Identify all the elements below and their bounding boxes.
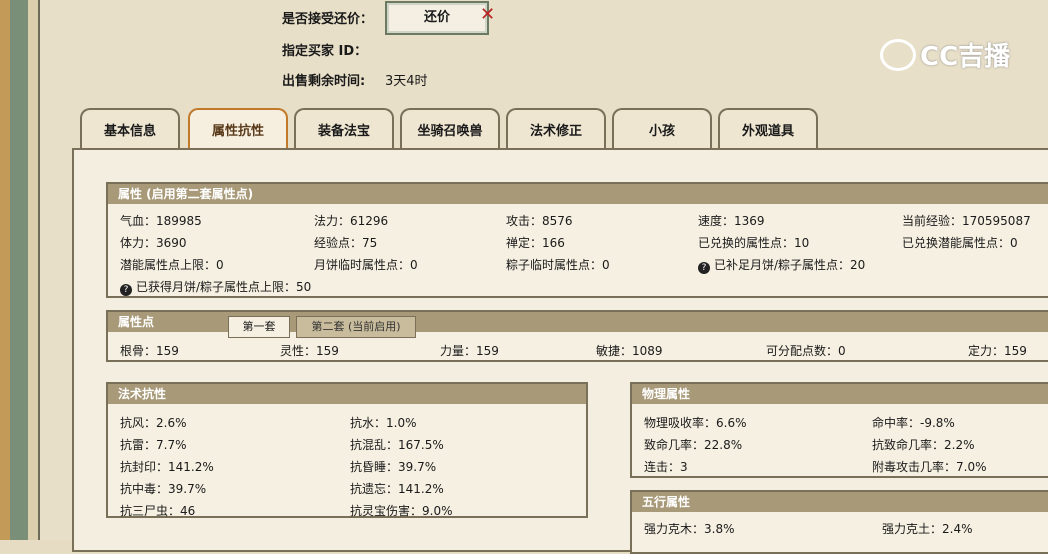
attr-mooncake-temp: 月饼临时属性点：0 bbox=[314, 258, 418, 272]
element-wood: 强力克木：3.8% bbox=[644, 522, 735, 536]
tab-attributes-resistance[interactable]: 属性抗性 bbox=[188, 108, 288, 150]
tab-appearance[interactable]: 外观道具 bbox=[718, 108, 818, 150]
points-agility: 敏捷：1089 bbox=[596, 344, 663, 358]
phys-absorb: 物理吸收率：6.6% bbox=[644, 416, 747, 430]
remaining-time-label: 出售剩余时间: bbox=[282, 74, 366, 89]
attributes-title: 属性 (启用第二套属性点) bbox=[108, 184, 1048, 204]
attr-attack: 攻击：8576 bbox=[506, 214, 573, 228]
attr-refilled-points: ? 已补足月饼/粽子属性点：20 bbox=[698, 256, 865, 274]
subtab-second-set[interactable]: 第二套 (当前启用) bbox=[296, 316, 416, 338]
phys-crit: 致命几率：22.8% bbox=[644, 438, 743, 452]
phys-poison-chance: 附毒攻击几率：7.0% bbox=[872, 460, 987, 474]
resist-forget: 抗遗忘：141.2% bbox=[350, 482, 444, 496]
attr-exp-points: 经验点：75 bbox=[314, 236, 378, 250]
attributes-section: 属性 (启用第二套属性点) 气血：189985 法力：61296 攻击：8576… bbox=[106, 182, 1048, 298]
attr-hp: 气血：189985 bbox=[120, 214, 202, 228]
subtab-first-set[interactable]: 第一套 bbox=[228, 316, 290, 338]
attr-zongzi-temp: 粽子临时属性点：0 bbox=[506, 258, 610, 272]
cc-logo: CC吉播 bbox=[880, 36, 1010, 73]
attr-obtained-text: 已获得月饼/粽子属性点上限：50 bbox=[136, 280, 312, 294]
physical-title: 物理属性 bbox=[632, 384, 1048, 404]
attr-potential-limit: 潜能属性点上限：0 bbox=[120, 258, 224, 272]
resist-confusion: 抗混乱：167.5% bbox=[350, 438, 444, 452]
attr-points-section: 属性点 第一套 第二套 (当前启用) 根骨：159 灵性：159 力量：159 … bbox=[106, 310, 1048, 362]
phys-anti-crit: 抗致命几率：2.2% bbox=[872, 438, 975, 452]
tab-spell-modify[interactable]: 法术修正 bbox=[506, 108, 606, 150]
attr-mp: 法力：61296 bbox=[314, 214, 389, 228]
remaining-time-value: 3天4时 bbox=[385, 74, 428, 89]
points-allocatable: 可分配点数：0 bbox=[766, 344, 846, 358]
spell-resist-section: 法术抗性 抗风：2.6% 抗雷：7.7% 抗封印：141.2% 抗中毒：39.7… bbox=[106, 382, 588, 518]
spell-resist-title: 法术抗性 bbox=[108, 384, 586, 404]
five-elements-section: 五行属性 强力克木：3.8% 强力克土：2.4% bbox=[630, 490, 1048, 554]
phys-combo: 连击：3 bbox=[644, 460, 688, 474]
attr-stamina: 体力：3690 bbox=[120, 236, 187, 250]
points-willpower: 定力：159 bbox=[968, 344, 1027, 358]
tab-mount-summon[interactable]: 坐骑召唤兽 bbox=[400, 108, 500, 150]
attr-refilled-text: 已补足月饼/粽子属性点：20 bbox=[714, 258, 866, 272]
phys-hit: 命中率：-9.8% bbox=[872, 416, 955, 430]
resist-thunder: 抗雷：7.7% bbox=[120, 438, 187, 452]
close-icon[interactable]: ✕ bbox=[480, 4, 495, 25]
five-elements-title: 五行属性 bbox=[632, 492, 1048, 512]
resist-poison: 抗中毒：39.7% bbox=[120, 482, 207, 496]
accept-counter-label: 是否接受还价： bbox=[282, 12, 374, 27]
resist-wind: 抗风：2.6% bbox=[120, 416, 187, 430]
element-earth: 强力克土：2.4% bbox=[882, 522, 973, 536]
frame-left-inner bbox=[28, 0, 40, 540]
tab-child[interactable]: 小孩 bbox=[612, 108, 712, 150]
resist-sanshi: 抗三尸虫：46 bbox=[120, 504, 196, 518]
attr-exp: 当前经验：170595087 bbox=[902, 214, 1031, 228]
logo-text: CC吉播 bbox=[920, 42, 1011, 72]
tab-basic-info[interactable]: 基本信息 bbox=[80, 108, 180, 150]
frame-left-border bbox=[10, 0, 28, 540]
attr-exchanged-points: 已兑换的属性点：10 bbox=[698, 236, 810, 250]
attr-meditation: 禅定：166 bbox=[506, 236, 565, 250]
attr-exchanged-potential: 已兑换潜能属性点：0 bbox=[902, 236, 1018, 250]
points-constitution: 根骨：159 bbox=[120, 344, 179, 358]
tab-equipment[interactable]: 装备法宝 bbox=[294, 108, 394, 150]
logo-icon bbox=[880, 39, 916, 71]
main-panel: 属性 (启用第二套属性点) 气血：189985 法力：61296 攻击：8576… bbox=[72, 148, 1048, 554]
frame-left-edge bbox=[0, 0, 10, 540]
attr-speed: 速度：1369 bbox=[698, 214, 765, 228]
resist-water: 抗水：1.0% bbox=[350, 416, 417, 430]
counter-offer-button[interactable]: 还价 bbox=[385, 1, 489, 35]
physical-section: 物理属性 物理吸收率：6.6% 致命几率：22.8% 连击：3 命中率：-9.8… bbox=[630, 382, 1048, 478]
resist-lingbao: 抗灵宝伤害：9.0% bbox=[350, 504, 453, 518]
resist-sleep: 抗昏睡：39.7% bbox=[350, 460, 437, 474]
attr-obtained-limit: ? 已获得月饼/粽子属性点上限：50 bbox=[120, 278, 311, 296]
resist-seal: 抗封印：141.2% bbox=[120, 460, 214, 474]
help-icon[interactable]: ? bbox=[120, 284, 132, 296]
help-icon[interactable]: ? bbox=[698, 262, 710, 274]
points-spirit: 灵性：159 bbox=[280, 344, 339, 358]
points-strength: 力量：159 bbox=[440, 344, 499, 358]
designated-buyer-label: 指定买家 ID： bbox=[282, 44, 368, 59]
